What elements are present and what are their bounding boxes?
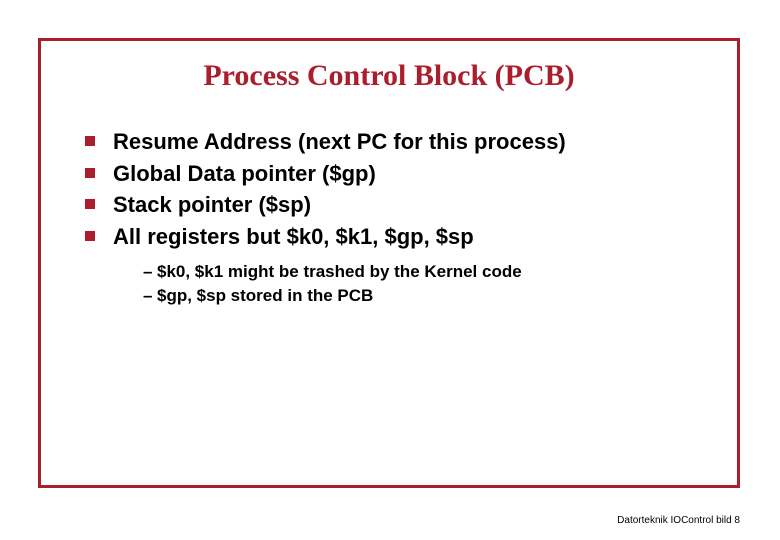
slide-title: Process Control Block (PCB) bbox=[65, 59, 713, 93]
list-item: Resume Address (next PC for this process… bbox=[113, 127, 713, 157]
dash-icon: – bbox=[143, 284, 157, 308]
sub-bullet-list: –$k0, $k1 might be trashed by the Kernel… bbox=[65, 260, 713, 308]
sub-bullet-text: $gp, $sp stored in the PCB bbox=[157, 286, 373, 305]
bullet-text: All registers but $k0, $k1, $gp, $sp bbox=[113, 224, 474, 249]
bullet-text: Stack pointer ($sp) bbox=[113, 192, 311, 217]
bullet-text: Resume Address (next PC for this process… bbox=[113, 129, 566, 154]
slide-frame: Process Control Block (PCB) Resume Addre… bbox=[38, 38, 740, 488]
list-item: Global Data pointer ($gp) bbox=[113, 159, 713, 189]
sub-bullet-text: $k0, $k1 might be trashed by the Kernel … bbox=[157, 262, 522, 281]
bullet-list: Resume Address (next PC for this process… bbox=[65, 127, 713, 252]
footer-text: Datorteknik IOControl bild 8 bbox=[617, 515, 740, 526]
list-item: –$k0, $k1 might be trashed by the Kernel… bbox=[143, 260, 713, 284]
dash-icon: – bbox=[143, 260, 157, 284]
list-item: All registers but $k0, $k1, $gp, $sp bbox=[113, 222, 713, 252]
bullet-text: Global Data pointer ($gp) bbox=[113, 161, 376, 186]
list-item: –$gp, $sp stored in the PCB bbox=[143, 284, 713, 308]
list-item: Stack pointer ($sp) bbox=[113, 190, 713, 220]
